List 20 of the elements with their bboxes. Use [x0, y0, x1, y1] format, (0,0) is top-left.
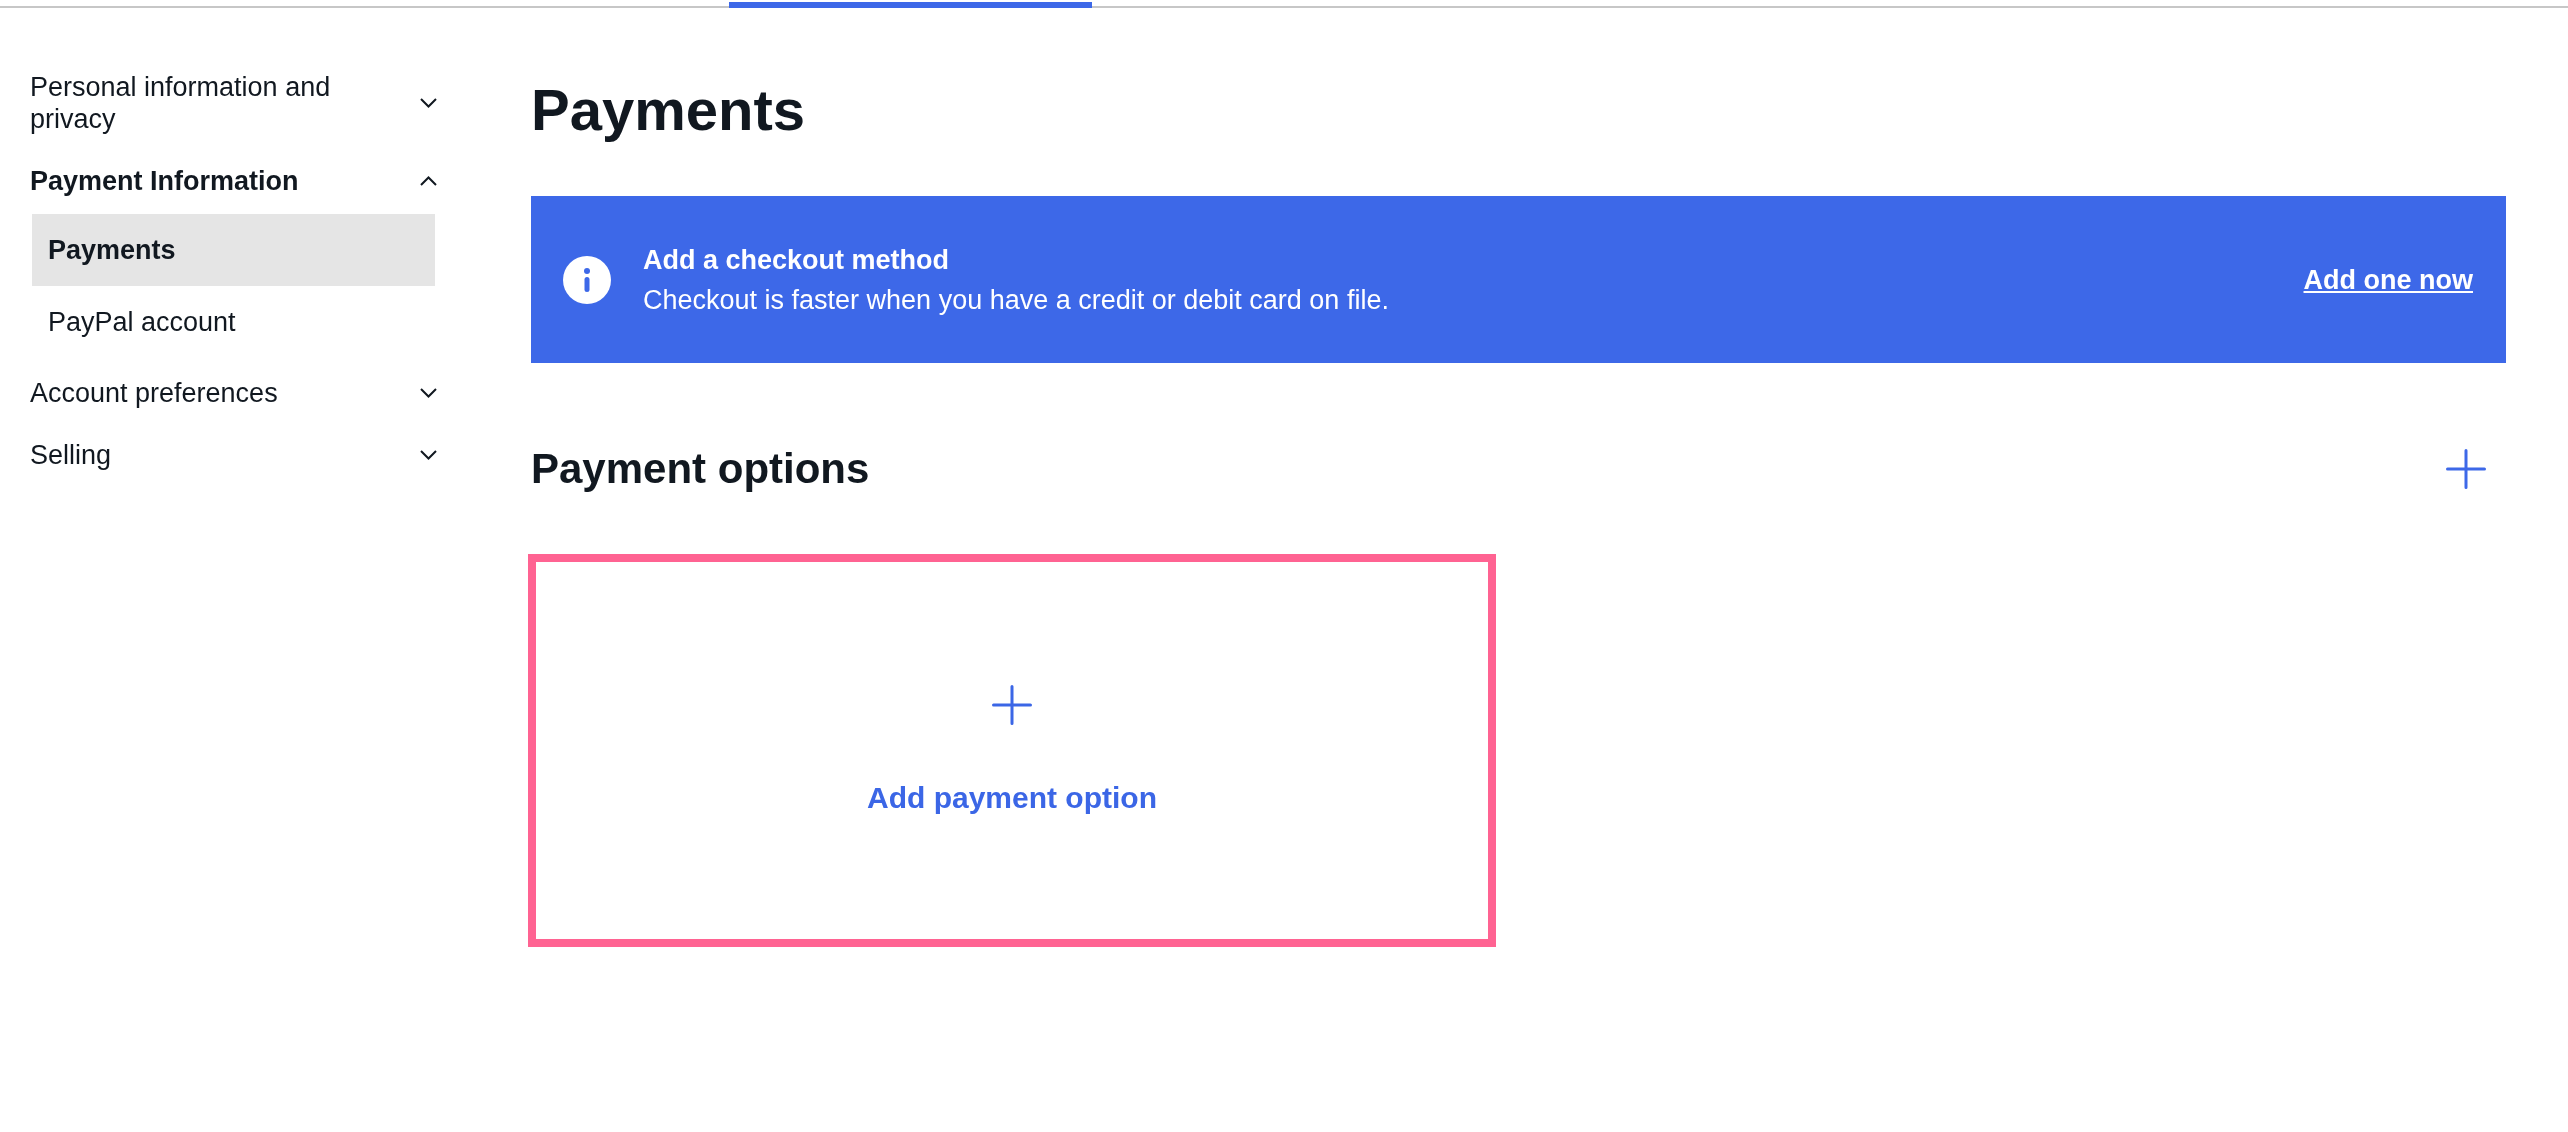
chevron-up-icon: [420, 176, 437, 186]
chevron-down-icon: [420, 98, 437, 108]
banner-title: Add a checkout method: [643, 243, 951, 277]
add-payment-label: Add payment option: [867, 780, 1157, 816]
banner-message: Checkout is faster when you have a credit or debit card on file.: [643, 283, 1389, 317]
chevron-down-icon: [420, 388, 437, 398]
section-title: Payment options: [531, 444, 870, 494]
page-title: Payments: [531, 76, 807, 144]
sidebar-section-header[interactable]: Personal information and privacy: [30, 56, 437, 150]
plus-icon: [992, 685, 1032, 725]
banner-link[interactable]: Add one now: [2303, 262, 2473, 297]
plus-icon[interactable]: [2446, 449, 2486, 489]
chevron-down-icon: [420, 450, 437, 460]
sidebar-section-header[interactable]: Selling: [30, 424, 437, 486]
add-payment-card[interactable]: Add payment option: [528, 554, 1496, 947]
sidebar-item[interactable]: Payments: [32, 214, 435, 286]
sidebar-section-header[interactable]: Payment Information: [30, 150, 437, 212]
sidebar-section-header[interactable]: Account preferences: [30, 362, 437, 424]
info-icon: [563, 255, 611, 304]
sidebar-item[interactable]: PayPal account: [32, 286, 435, 358]
